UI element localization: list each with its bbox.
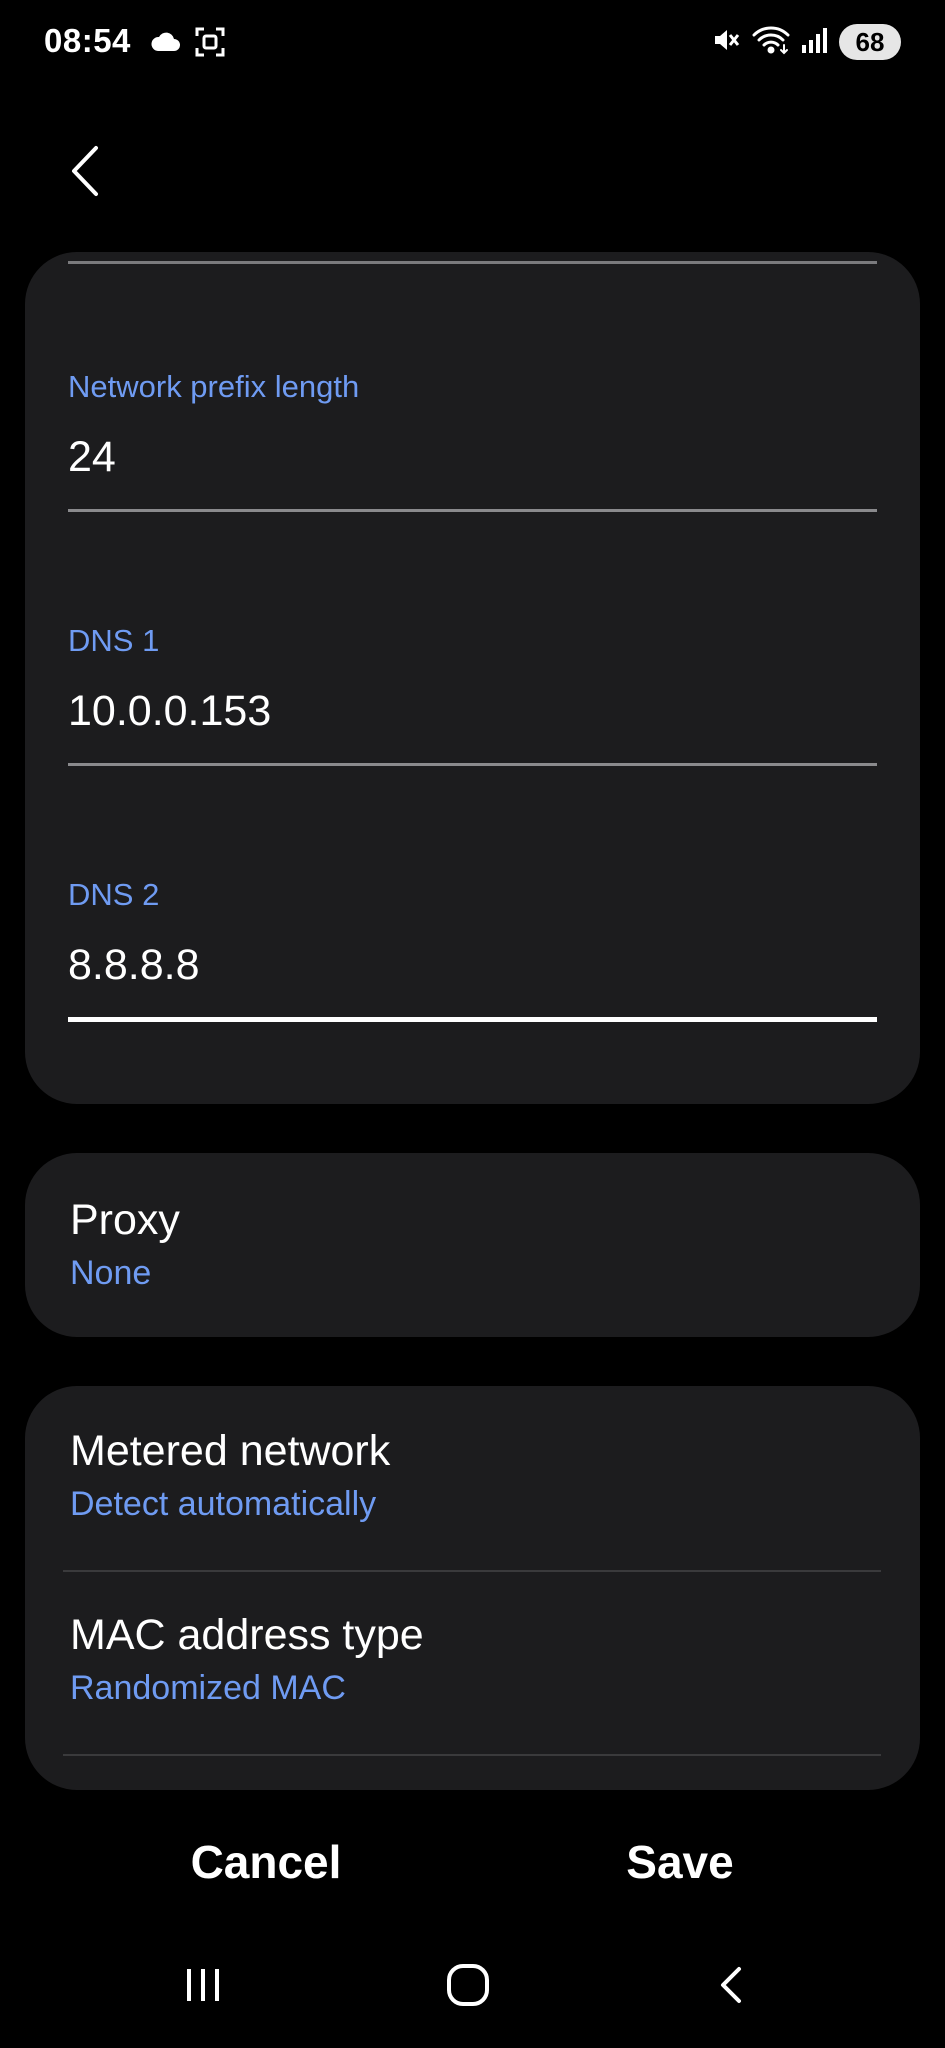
field-underline [68,763,877,766]
signal-icon [801,25,829,60]
chevron-left-icon [72,146,98,196]
home-button[interactable] [423,1940,513,2030]
list-divider [63,1754,881,1756]
field-underline-active [68,1017,877,1022]
status-time: 08:54 [44,22,131,59]
mute-icon [711,25,741,60]
proxy-value: None [70,1254,152,1292]
metered-network-title: Metered network [70,1427,391,1475]
dns2-input[interactable]: 8.8.8.8 [68,937,200,993]
save-button[interactable]: Save [580,1830,780,1894]
field-label: DNS 2 [68,877,160,912]
field-label: Network prefix length [68,369,360,404]
screenshot-icon [194,26,226,63]
status-right-icons: 68 [711,24,901,60]
mac-address-type-value: Randomized MAC [70,1669,346,1707]
metered-network-item[interactable]: Metered network Detect automatically [70,1424,880,1526]
navigation-bar [0,1940,945,2030]
status-bar: 08:54 68 [0,0,945,90]
field-underline [68,261,877,264]
ip-settings-card: Network prefix length 24 DNS 1 10.0.0.15… [25,252,920,1104]
metered-network-value: Detect automatically [70,1485,377,1523]
proxy-card[interactable]: Proxy None [25,1153,920,1337]
home-icon [447,1964,489,2006]
back-icon [721,1967,741,2003]
dns1-field[interactable]: DNS 1 10.0.0.153 [68,621,877,771]
proxy-item[interactable]: Proxy None [70,1193,880,1295]
field-label: DNS 1 [68,623,160,658]
recent-apps-icon [187,1969,219,2001]
dns2-field[interactable]: DNS 2 8.8.8.8 [68,875,877,1025]
proxy-title: Proxy [70,1196,180,1244]
list-divider [63,1570,881,1572]
dns1-input[interactable]: 10.0.0.153 [68,683,271,739]
back-button[interactable] [56,140,116,200]
recent-apps-button[interactable] [158,1940,248,2030]
prefix-length-input[interactable]: 24 [68,429,116,485]
system-back-button[interactable] [688,1940,778,2030]
wifi-icon [751,25,791,60]
field-underline [68,509,877,512]
cancel-button[interactable]: Cancel [150,1830,382,1894]
mac-address-type-title: MAC address type [70,1611,424,1659]
advanced-settings-card: Metered network Detect automatically MAC… [25,1386,920,1790]
cloud-icon [150,31,180,58]
prefix-length-field[interactable]: Network prefix length 24 [68,367,877,517]
battery-badge: 68 [839,24,901,60]
status-left-icons [150,26,226,63]
mac-address-type-item[interactable]: MAC address type Randomized MAC [70,1608,880,1710]
